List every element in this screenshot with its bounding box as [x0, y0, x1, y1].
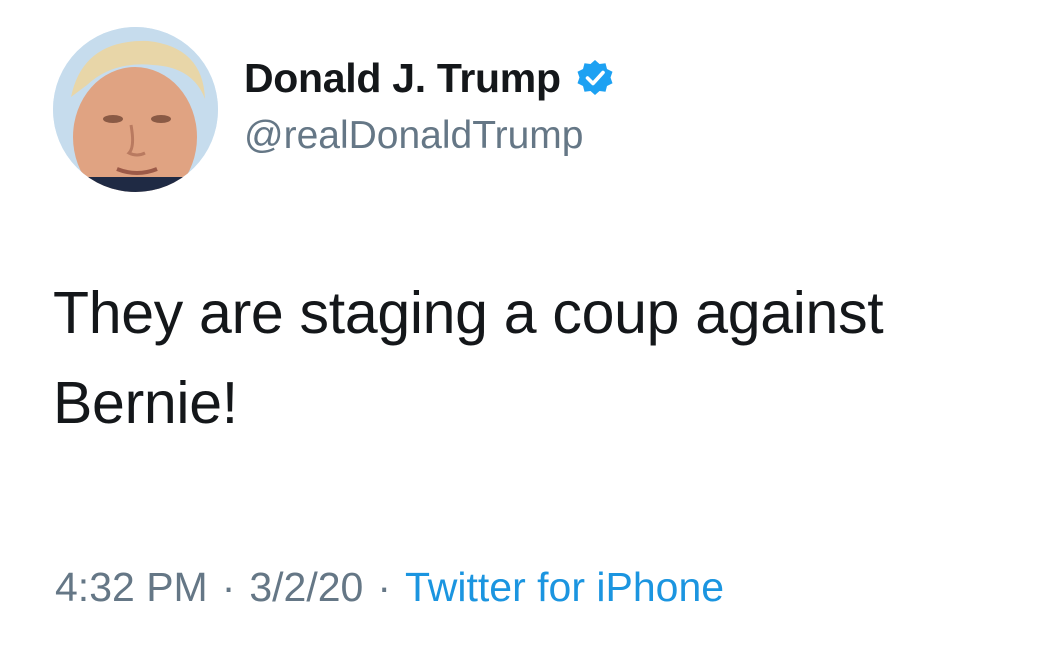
tweet-meta: 4:32 PM · 3/2/20 · Twitter for iPhone: [55, 564, 724, 611]
tweet-time[interactable]: 4:32 PM: [55, 564, 208, 610]
verified-badge-icon: [575, 58, 615, 98]
avatar-image: [53, 27, 218, 192]
user-handle[interactable]: @realDonaldTrump: [244, 114, 615, 158]
display-name-row: Donald J. Trump: [244, 52, 615, 104]
meta-separator: ·: [377, 564, 392, 610]
tweet-card: Donald J. Trump @realDonaldTrump They ar…: [0, 0, 1045, 659]
tweet-date[interactable]: 3/2/20: [249, 564, 363, 610]
author-info: Donald J. Trump @realDonaldTrump: [244, 52, 615, 158]
display-name[interactable]: Donald J. Trump: [244, 55, 561, 102]
tweet-text: They are staging a coup against Bernie!: [53, 280, 884, 436]
avatar[interactable]: [53, 27, 218, 192]
tweet-source-link[interactable]: Twitter for iPhone: [405, 564, 724, 610]
meta-separator: ·: [221, 564, 236, 610]
